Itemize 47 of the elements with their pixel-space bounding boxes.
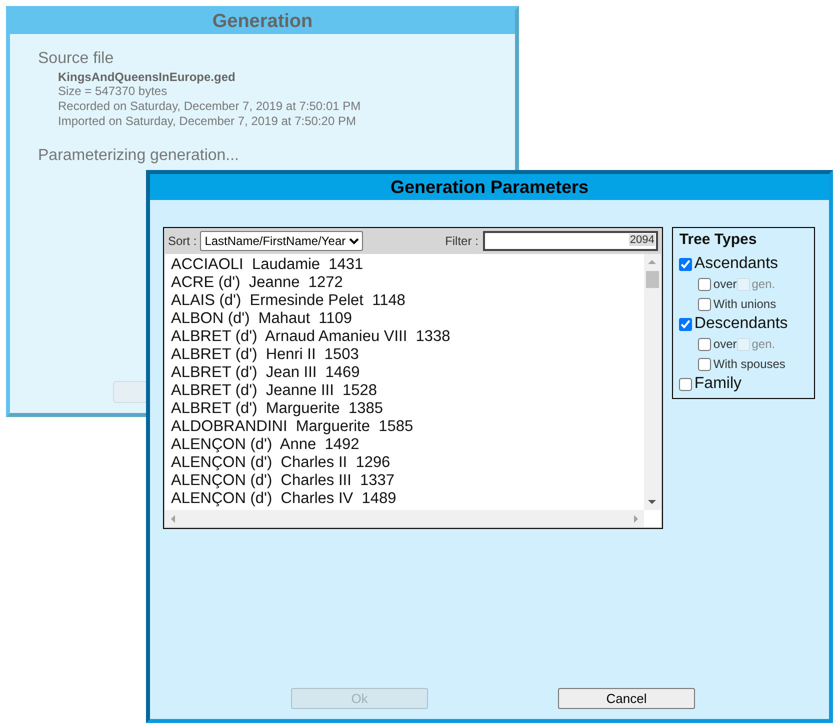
person-item[interactable]: ALENÇON (d') Charles III 1337 bbox=[171, 472, 638, 490]
window-title: Generation bbox=[10, 10, 515, 34]
checkbox[interactable] bbox=[698, 298, 712, 310]
person-item[interactable]: ALENÇON (d') Charles II 1296 bbox=[171, 454, 638, 472]
status-text: Parameterizing generation... bbox=[38, 147, 240, 165]
checkbox[interactable] bbox=[679, 378, 692, 390]
scroll-down-icon[interactable] bbox=[648, 499, 656, 505]
option-label: Descendants bbox=[694, 315, 788, 333]
panel-title: Tree Types bbox=[679, 231, 758, 248]
option-label: With unions bbox=[713, 297, 776, 311]
option-label: Family bbox=[694, 375, 742, 393]
person-item[interactable]: ACCIAOLI Laudamie 1431 bbox=[171, 256, 638, 274]
result-count: 2094 bbox=[628, 234, 656, 246]
option-label: over bbox=[713, 277, 737, 291]
sort-label: Sort : bbox=[168, 234, 197, 248]
checkbox[interactable] bbox=[698, 358, 712, 370]
checkbox[interactable] bbox=[698, 338, 712, 350]
person-item[interactable]: ALBRET (d') Jeanne III 1528 bbox=[171, 382, 638, 400]
person-item[interactable]: ALBON (d') Mahaut 1109 bbox=[171, 310, 638, 328]
file-name: KingsAndQueensInEurope.ged bbox=[58, 70, 236, 84]
person-item[interactable]: ALENÇON (d') Charles IV 1489 bbox=[171, 490, 638, 508]
dialog-title: Generation Parameters bbox=[150, 174, 829, 200]
checkbox[interactable] bbox=[679, 318, 692, 330]
file-detail: Recorded on Saturday, December 7, 2019 at 7:50:01 PM bbox=[58, 99, 362, 114]
option-label: over bbox=[713, 337, 737, 351]
sort-dropdown[interactable]: LastName/FirstName/Year bbox=[200, 231, 363, 251]
filter-field[interactable]: 2094 bbox=[483, 231, 658, 251]
filter-label: Filter : bbox=[445, 234, 478, 248]
unit-label: gen. bbox=[752, 337, 776, 351]
section-heading: Source file bbox=[38, 50, 115, 68]
scrollbar-thumb[interactable] bbox=[646, 271, 660, 288]
person-item[interactable]: ALENÇON (d') Anne 1492 bbox=[171, 436, 638, 454]
person-item[interactable]: ALBRET (d') Jean III 1469 bbox=[171, 364, 638, 382]
person-item[interactable]: ALAIS (d') Ermesinde Pelet 1148 bbox=[171, 292, 638, 310]
option-label: With spouses bbox=[713, 357, 786, 371]
person-item[interactable]: ALBRET (d') Arnaud Amanieu VIII 1338 bbox=[171, 328, 638, 346]
file-detail: Size = 547370 bytes bbox=[58, 84, 168, 99]
option-label: Ascendants bbox=[694, 255, 778, 273]
person-item[interactable]: ALBRET (d') Henri II 1503 bbox=[171, 346, 638, 364]
dialog-button[interactable]: Cancel bbox=[558, 688, 695, 709]
checkbox[interactable] bbox=[679, 258, 692, 270]
file-detail: Imported on Saturday, December 7, 2019 at 7:50:20 PM bbox=[58, 114, 357, 129]
unit-label: gen. bbox=[752, 277, 776, 291]
person-item[interactable]: ACRE (d') Jeanne 1272 bbox=[171, 274, 638, 292]
person-item[interactable]: ALBRET (d') Marguerite 1385 bbox=[171, 400, 638, 418]
checkbox[interactable] bbox=[698, 278, 712, 290]
person-item[interactable]: ALDOBRANDINI Marguerite 1585 bbox=[171, 418, 638, 436]
